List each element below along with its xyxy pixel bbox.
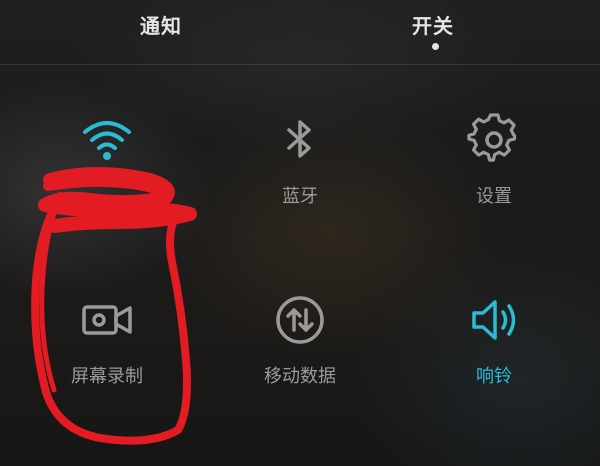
toggle-bluetooth[interactable]: 蓝牙 xyxy=(225,112,375,222)
quick-settings-panel: 通知 开关 蓝牙 设置 屏幕录制 移动数据 响铃 xyxy=(0,0,600,466)
speaker-icon xyxy=(472,300,516,340)
wifi-icon xyxy=(83,121,131,160)
toggle-mobile-data-label: 移动数据 xyxy=(264,366,336,387)
toggle-ring-label: 响铃 xyxy=(476,366,512,387)
toggle-screen-record[interactable]: 屏幕录制 xyxy=(32,292,182,402)
data-transfer-icon xyxy=(276,296,324,344)
toggle-screen-record-label: 屏幕录制 xyxy=(71,366,143,387)
panel-tabs: 通知 开关 xyxy=(0,0,600,64)
bluetooth-icon xyxy=(287,120,311,158)
tab-switches[interactable]: 开关 xyxy=(412,10,454,39)
toggle-mobile-data[interactable]: 移动数据 xyxy=(225,292,375,402)
video-camera-icon xyxy=(82,305,132,335)
toggle-bluetooth-label: 蓝牙 xyxy=(282,186,318,207)
toggle-ring[interactable]: 响铃 xyxy=(419,292,569,402)
toggle-settings-label: 设置 xyxy=(476,186,512,207)
toggle-wifi[interactable] xyxy=(32,112,182,222)
tab-notifications[interactable]: 通知 xyxy=(140,10,182,39)
active-tab-indicator xyxy=(432,43,439,50)
toggle-settings[interactable]: 设置 xyxy=(419,112,569,222)
gear-icon xyxy=(467,113,517,162)
header-divider xyxy=(0,64,600,65)
